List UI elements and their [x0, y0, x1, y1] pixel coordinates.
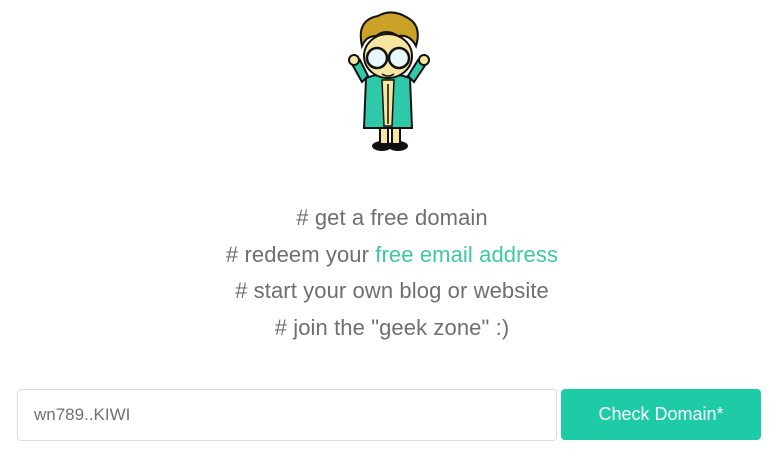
geek-mascot-icon — [348, 11, 430, 151]
tagline-free-domain: # get a free domain — [296, 205, 488, 230]
tagline-geek-zone: # join the "geek zone" :) — [274, 314, 510, 340]
tagline-email: # redeem your free email address — [0, 237, 784, 274]
page: # get a free domain # redeem your free e… — [0, 0, 784, 462]
free-email-link[interactable]: free email address — [375, 242, 558, 267]
domain-search-input[interactable] — [17, 389, 557, 441]
tagline-email-prefix: # redeem your — [225, 241, 376, 267]
tagline-blog: # start your own blog or website — [235, 278, 549, 303]
taglines: # get a free domain # redeem your free e… — [0, 200, 784, 346]
check-domain-button[interactable]: Check Domain* — [561, 389, 761, 440]
